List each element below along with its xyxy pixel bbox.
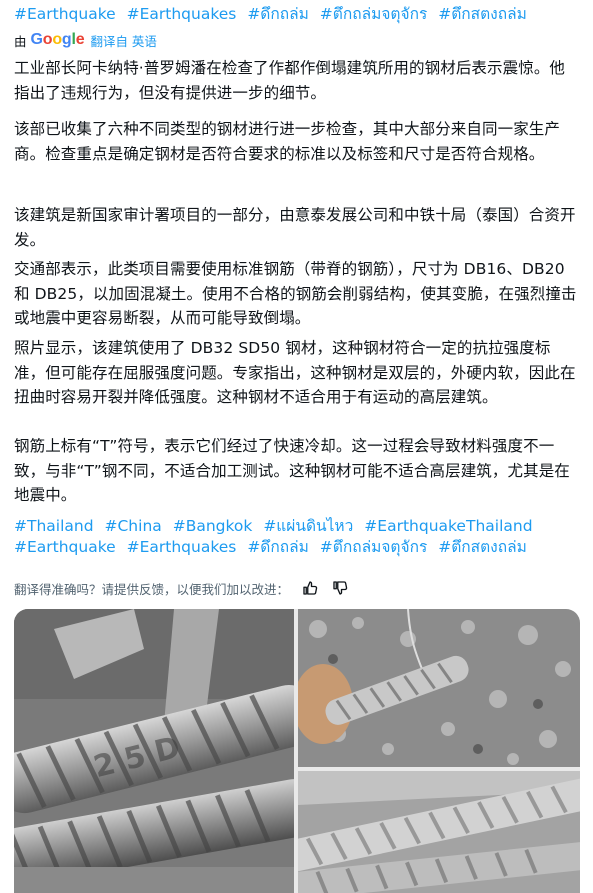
feedback-prompt: 翻译得准确吗？请提供反馈，以便我们加以改进： <box>14 581 290 597</box>
media-grid: 2 5 D <box>14 609 580 893</box>
hashtags-bottom-row-2: #Earthquake #Earthquakes #ดึกถล่ม #ตึกถล… <box>14 537 527 558</box>
hashtag-link[interactable]: #ตึกถล่มจตุจักร <box>320 5 427 23</box>
post-paragraph: 该建筑是新国家审计署项目的一部分，由意泰发展公司和中铁十局（泰国）合资开发。 <box>14 206 576 249</box>
post-paragraph: 工业部长阿卡纳特·普罗姆潘在检查了作都作倒塌建筑所用的钢材后表示震惊。他指出了违… <box>14 59 566 102</box>
hashtag-link[interactable]: #Earthquake <box>14 538 116 556</box>
thumbs-down-icon[interactable] <box>331 579 349 597</box>
hashtag-link[interactable]: #Earthquakes <box>127 538 237 556</box>
post-paragraph: 该部已收集了六种不同类型的钢材进行进一步检查，其中大部分来自同一家生产商。检查重… <box>14 120 561 163</box>
hashtag-link[interactable]: #ดึกถล่ม <box>247 538 309 556</box>
hashtag-link[interactable]: #ดึกถล่ม <box>247 5 309 23</box>
post-paragraph: 照片显示，该建筑使用了 DB32 SD50 钢材，这种钢材符合一定的抗拉强度标准… <box>14 339 576 406</box>
hashtag-link[interactable]: #ตึกสตงถล่ม <box>438 5 527 23</box>
hashtag-link[interactable]: #Bangkok <box>173 517 253 535</box>
hashtag-link[interactable]: #China <box>105 517 162 535</box>
rebar-closeup-photo[interactable]: 2 5 D <box>14 609 294 893</box>
post-container: #Earthquake #Earthquakes #ดึกถล่ม #ตึกถล… <box>0 0 593 893</box>
view-original-link[interactable]: 翻译自 英语 <box>90 31 156 50</box>
post-paragraph: 交通部表示，此类项目需要使用标准钢筋（带脊的钢筋），尺寸为 DB16、DB20 … <box>14 260 577 327</box>
thumbs-up-icon[interactable] <box>301 579 319 597</box>
hashtag-link[interactable]: #ตึกถล่มจตุจักร <box>320 538 427 556</box>
translated-by-row: 由 Google 翻译自 英语 <box>14 30 157 50</box>
rebar-debris-photo[interactable] <box>298 771 580 893</box>
translated-by-label: 由 <box>14 33 27 49</box>
hashtag-link[interactable]: #Earthquakes <box>127 5 237 23</box>
hashtag-link[interactable]: #EarthquakeThailand <box>364 517 532 535</box>
hashtag-link[interactable]: #ตึกสตงถล่ม <box>438 538 527 556</box>
hashtag-link[interactable]: #แผ่นดินไหว <box>263 517 353 535</box>
hashtags-bottom-row-1: #Thailand #China #Bangkok #แผ่นดินไหว #E… <box>14 516 533 537</box>
hashtags-top-row: #Earthquake #Earthquakes #ดึกถล่ม #ตึกถล… <box>14 4 527 25</box>
hashtag-link[interactable]: #Thailand <box>14 517 94 535</box>
translation-feedback-row: 翻译得准确吗？请提供反馈，以便我们加以改进： <box>14 578 349 598</box>
google-logo: Google <box>30 31 85 48</box>
rebar-in-hand-photo[interactable] <box>298 609 580 767</box>
hashtag-link[interactable]: #Earthquake <box>14 5 116 23</box>
post-paragraph: 钢筋上标有“T”符号，表示它们经过了快速冷却。这一过程会导致材料强度不一致，与非… <box>14 437 570 504</box>
